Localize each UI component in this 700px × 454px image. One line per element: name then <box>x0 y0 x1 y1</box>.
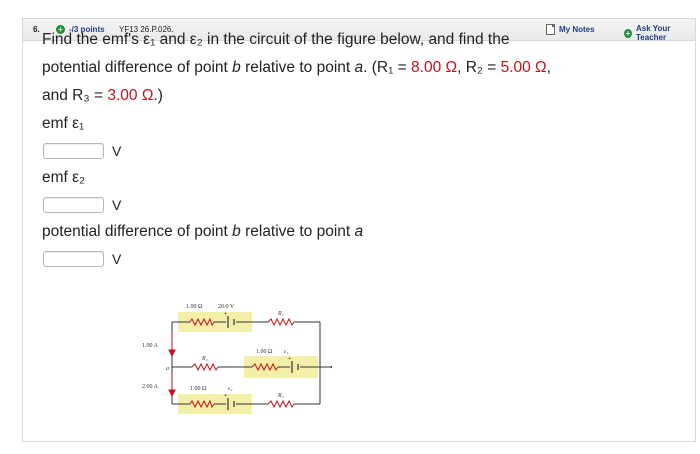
battery-plus-top: + <box>224 311 227 317</box>
potential-answer-row: V <box>43 246 662 272</box>
question-line-2: potential difference of point b relative… <box>42 54 662 82</box>
circuit-figure: + + + 1.00 Ω 20.0 V R₁ 1.00 A 1.00 Ω ε₁ … <box>132 296 337 420</box>
circuit-diagram: + + + 1.00 Ω 20.0 V R₁ 1.00 A 1.00 Ω ε₁ … <box>142 304 337 414</box>
r2-label: R₂ <box>201 356 208 362</box>
r2-resistor <box>191 362 219 372</box>
node-b <box>330 365 334 369</box>
potential-unit: V <box>112 251 122 267</box>
r3-label: and R₃ = <box>42 87 108 104</box>
r2-value: 5.00 Ω <box>500 59 547 76</box>
potential-difference-label: potential difference of point b relative… <box>42 218 662 246</box>
q-text: relative to point <box>240 223 355 240</box>
point-a-symbol: a <box>354 223 364 240</box>
emf2-input[interactable] <box>43 197 104 213</box>
potential-difference-input[interactable] <box>43 251 104 267</box>
r1-label: R₁ <box>277 311 284 317</box>
top-resistor-label: 1.00 Ω <box>186 304 203 310</box>
q-text: relative to point <box>240 59 355 76</box>
emf2-label: emf ε₂ <box>42 169 86 186</box>
r3-label: R₃ <box>277 393 284 399</box>
r2-label: , R₂ = <box>457 59 501 76</box>
point-a-label: a <box>166 366 169 372</box>
q-text: .) <box>153 87 163 104</box>
r1-label: . (R₁ = <box>363 59 412 76</box>
question-line-1: Find the emf's ε₁ and ε₂ in the circuit … <box>42 31 510 48</box>
battery-plus-bottom: + <box>224 393 227 399</box>
q-text: , <box>546 59 551 76</box>
emf1-input[interactable] <box>43 143 104 159</box>
point-a-symbol: a <box>354 59 364 76</box>
mid-resistor-label: 1.00 Ω <box>256 349 273 355</box>
eps1-label: ε₁ <box>284 349 288 355</box>
r1-value: 8.00 Ω <box>411 59 458 76</box>
q-text: potential difference of point <box>42 59 233 76</box>
eps2-label: ε₂ <box>228 386 232 392</box>
current-2-label: 2.00 A <box>142 384 159 390</box>
battery-plus-mid: + <box>288 356 291 362</box>
top-emf-label: 20.0 V <box>218 304 235 310</box>
question-body: Find the emf's ε₁ and ε₂ in the circuit … <box>42 26 662 272</box>
r3-resistor <box>267 399 295 409</box>
q-text: potential difference of point <box>42 223 233 240</box>
current-1-label: 1.00 A <box>142 343 159 349</box>
emf2-answer-row: V <box>43 192 662 218</box>
question-number: 6. <box>33 25 40 34</box>
bottom-resistor-label: 1.00 Ω <box>190 386 207 392</box>
r1-resistor <box>267 317 295 327</box>
question-line-3: and R₃ = 3.00 Ω.) <box>42 82 662 110</box>
point-b-symbol: b <box>232 59 241 76</box>
emf2-unit: V <box>112 197 122 213</box>
emf1-unit: V <box>112 143 122 159</box>
emf1-label: emf ε₁ <box>42 115 85 132</box>
point-b-symbol: b <box>232 223 241 240</box>
emf1-answer-row: V <box>43 138 662 164</box>
r3-value: 3.00 Ω <box>107 87 154 104</box>
